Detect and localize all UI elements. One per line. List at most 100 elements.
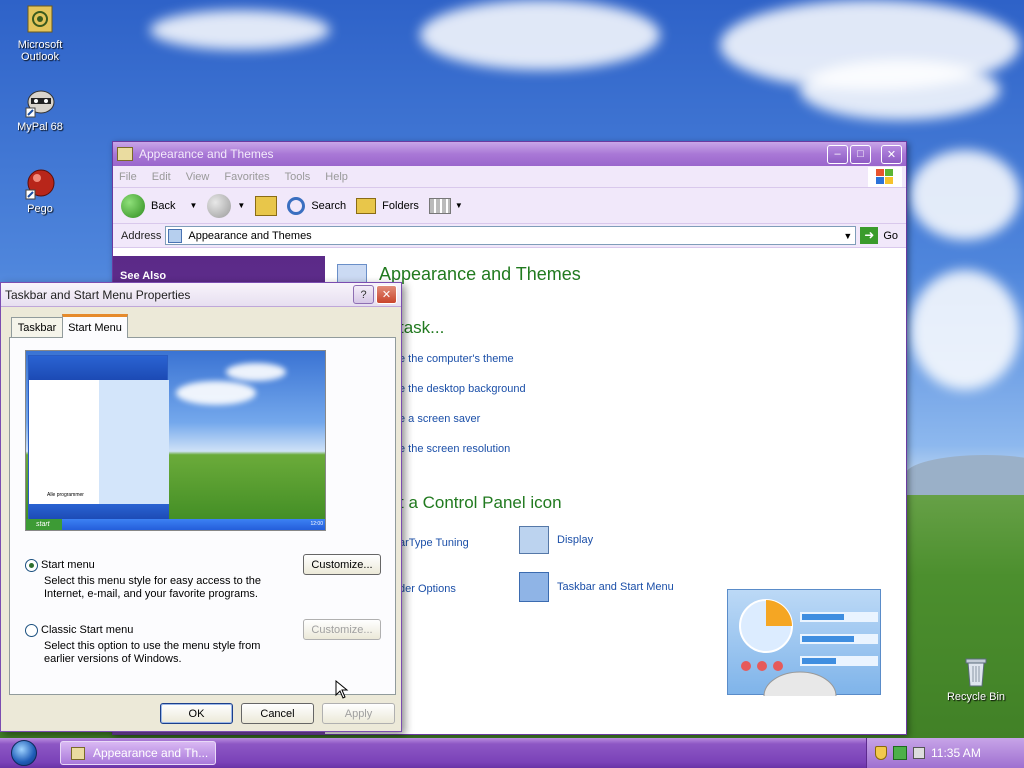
maximize-button[interactable]: □ bbox=[850, 144, 871, 164]
close-button[interactable]: ✕ bbox=[376, 285, 397, 304]
task-link[interactable]: e a screen saver bbox=[399, 413, 480, 425]
classic-start-menu-description: earlier versions of Windows. bbox=[44, 653, 182, 665]
menu-bar: File Edit View Favorites Tools Help bbox=[113, 166, 906, 188]
classic-start-menu-label[interactable]: Classic Start menu bbox=[41, 624, 133, 636]
views-button[interactable]: ▼ bbox=[428, 197, 463, 214]
chevron-down-icon[interactable]: ▼ bbox=[843, 231, 852, 241]
task-link[interactable]: e the screen resolution bbox=[399, 443, 510, 455]
views-icon bbox=[428, 197, 451, 214]
forward-button[interactable]: ▼ bbox=[207, 193, 246, 218]
update-icon[interactable] bbox=[893, 746, 907, 760]
preview-all-programs: Alle programmer bbox=[47, 492, 84, 498]
see-also-heading: See Also bbox=[120, 270, 167, 282]
folder-options-link[interactable]: der Options bbox=[399, 583, 456, 595]
cleartype-link[interactable]: arType Tuning bbox=[399, 537, 469, 549]
desktop-icon-label: Recycle Bin bbox=[946, 691, 1006, 703]
menu-file[interactable]: File bbox=[119, 171, 137, 183]
pick-task-heading: task... bbox=[399, 318, 445, 337]
menu-edit[interactable]: Edit bbox=[152, 171, 171, 183]
help-button[interactable]: ? bbox=[353, 285, 374, 304]
folder-icon bbox=[71, 746, 85, 760]
customize-button[interactable]: Customize... bbox=[303, 554, 381, 575]
chevron-down-icon: ▼ bbox=[189, 201, 198, 210]
start-menu-radio[interactable] bbox=[25, 559, 38, 572]
menu-favorites[interactable]: Favorites bbox=[224, 171, 269, 183]
desktop-icon-label: Outlook bbox=[21, 51, 59, 63]
up-folder-icon bbox=[255, 195, 278, 216]
menu-tools[interactable]: Tools bbox=[285, 171, 311, 183]
go-button[interactable]: ➜ Go bbox=[860, 227, 898, 244]
minimize-button[interactable]: – bbox=[827, 144, 848, 164]
task-link[interactable]: e the desktop background bbox=[399, 383, 526, 395]
control-panel-icon bbox=[168, 228, 183, 243]
raccoon-icon bbox=[24, 86, 56, 118]
back-button[interactable]: Back ▼ bbox=[121, 193, 198, 218]
pick-icon-heading: t a Control Panel icon bbox=[399, 493, 562, 512]
folder-icon bbox=[117, 147, 133, 161]
taskbar-icon bbox=[519, 572, 549, 602]
folders-icon bbox=[356, 197, 377, 214]
toolbar: Back ▼ ▼ Search Folders ▼ bbox=[113, 188, 906, 224]
system-tray: 11:35 AM bbox=[866, 738, 1024, 768]
pego-icon bbox=[24, 168, 56, 200]
start-menu-radio-label[interactable]: Start menu bbox=[41, 559, 95, 571]
desktop-icon-label: Microsoft bbox=[17, 39, 63, 51]
desktop-icon-outlook[interactable]: Microsoft Outlook bbox=[0, 4, 80, 63]
menu-view[interactable]: View bbox=[186, 171, 210, 183]
preview-clock: 12:00 bbox=[310, 521, 323, 527]
address-field[interactable]: Appearance and Themes ▼ bbox=[165, 226, 857, 245]
go-arrow-icon: ➜ bbox=[860, 227, 879, 244]
start-button[interactable] bbox=[4, 739, 44, 767]
up-folder-button[interactable] bbox=[255, 195, 278, 216]
search-button[interactable]: Search bbox=[287, 196, 346, 215]
chevron-down-icon: ▼ bbox=[237, 201, 246, 210]
ok-button[interactable]: OK bbox=[160, 703, 233, 724]
preview-taskbar: start 12:00 bbox=[26, 519, 325, 530]
desktop-icon-label: MyPal 68 bbox=[17, 121, 63, 133]
address-label: Address bbox=[121, 229, 162, 242]
taskbar-properties-dialog[interactable]: Taskbar and Start Menu Properties ? ✕ Ta… bbox=[0, 282, 402, 732]
search-icon bbox=[287, 196, 306, 215]
volume-icon[interactable] bbox=[913, 747, 925, 759]
tab-start-menu[interactable]: Start Menu bbox=[62, 314, 128, 338]
tab-panel: Alle programmer start 12:00 Start menu S… bbox=[9, 337, 396, 699]
window-title: Appearance and Themes bbox=[139, 147, 274, 161]
desktop-icon-mypal[interactable]: MyPal 68 bbox=[0, 86, 80, 133]
menu-help[interactable]: Help bbox=[325, 171, 348, 183]
clock[interactable]: 11:35 AM bbox=[931, 746, 981, 760]
folders-button[interactable]: Folders bbox=[356, 197, 419, 214]
dialog-titlebar[interactable]: Taskbar and Start Menu Properties ? ✕ bbox=[1, 283, 401, 307]
cancel-button[interactable]: Cancel bbox=[241, 703, 314, 724]
apply-button[interactable]: Apply bbox=[322, 703, 395, 724]
classic-start-menu-radio[interactable] bbox=[25, 624, 38, 637]
address-bar: Address Appearance and Themes ▼ ➜ Go bbox=[113, 224, 906, 248]
recycle-bin-icon bbox=[960, 656, 992, 688]
windows-logo-icon bbox=[868, 166, 902, 187]
classic-start-menu-description: Select this option to use the menu style… bbox=[44, 640, 261, 652]
task-link[interactable]: e the computer's theme bbox=[399, 353, 514, 365]
content-pane: Appearance and Themes task... e the comp… bbox=[325, 256, 906, 734]
outlook-icon bbox=[24, 4, 56, 36]
security-shield-icon[interactable] bbox=[875, 746, 887, 760]
explorer-titlebar[interactable]: Appearance and Themes – □ ✕ bbox=[113, 142, 906, 166]
forward-arrow-icon bbox=[207, 193, 232, 218]
classic-customize-button[interactable]: Customize... bbox=[303, 619, 381, 640]
tab-taskbar[interactable]: Taskbar bbox=[11, 317, 63, 337]
preview-start-button: start bbox=[26, 519, 62, 530]
taskbar-task-explorer[interactable]: Appearance and Th... bbox=[60, 741, 216, 765]
mouse-cursor-icon bbox=[335, 680, 349, 699]
dialog-title: Taskbar and Start Menu Properties bbox=[5, 287, 191, 302]
desktop-icon-recycle-bin[interactable]: Recycle Bin bbox=[936, 656, 1016, 703]
display-item[interactable]: Display bbox=[519, 526, 593, 554]
windows-orb-icon bbox=[11, 740, 37, 766]
page-title: Appearance and Themes bbox=[379, 264, 581, 284]
preview-start-menu: Alle programmer bbox=[28, 355, 169, 520]
desktop-icon-pego[interactable]: Pego bbox=[0, 168, 80, 215]
close-button[interactable]: ✕ bbox=[881, 144, 902, 164]
start-menu-description: Internet, e-mail, and your favorite prog… bbox=[44, 588, 258, 600]
control-panel-illustration bbox=[727, 589, 881, 721]
desktop-icon-label: Pego bbox=[27, 203, 53, 215]
display-icon bbox=[519, 526, 549, 554]
taskbar-start-menu-item[interactable]: Taskbar and Start Menu bbox=[519, 572, 674, 602]
chevron-down-icon: ▼ bbox=[454, 201, 463, 210]
